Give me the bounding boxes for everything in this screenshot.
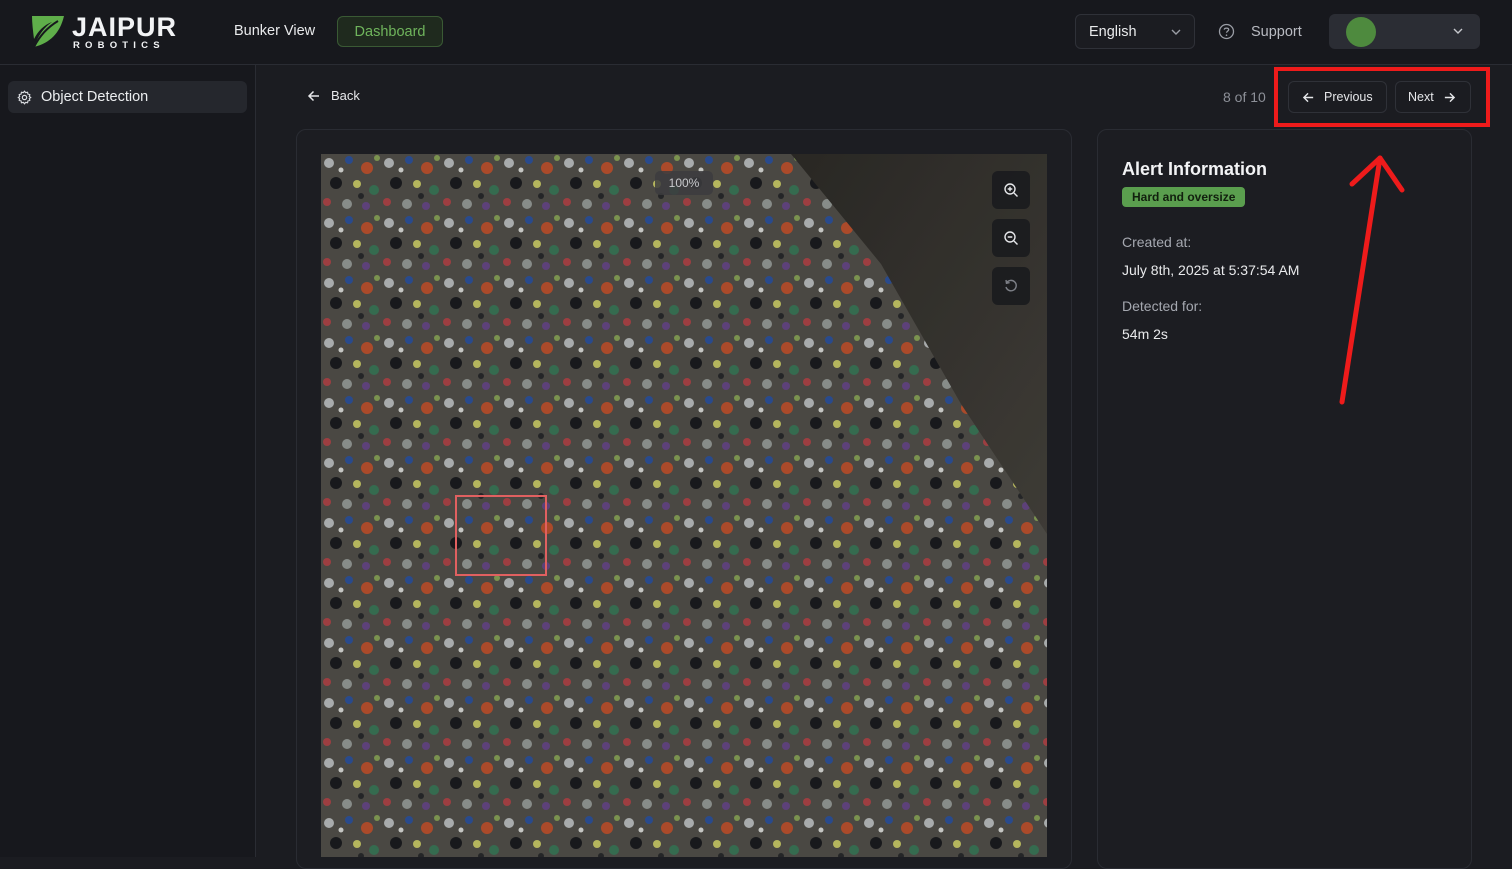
nav-bunker-view[interactable]: Bunker View bbox=[234, 23, 315, 39]
created-at-value: July 8th, 2025 at 5:37:54 AM bbox=[1122, 262, 1300, 278]
zoom-out-button[interactable] bbox=[992, 219, 1030, 257]
language-select[interactable]: English bbox=[1075, 14, 1195, 49]
annotation-highlight-box bbox=[1274, 67, 1490, 127]
sidebar-item-label: Object Detection bbox=[41, 89, 149, 105]
support-link[interactable]: Support bbox=[1218, 23, 1302, 40]
jaipur-robotics-logo[interactable]: JAIPUR ROBOTICS bbox=[30, 13, 190, 53]
nav-dashboard[interactable]: Dashboard bbox=[337, 16, 443, 47]
created-at-label: Created at: bbox=[1122, 234, 1192, 250]
sidebar: Object Detection bbox=[0, 65, 256, 857]
zoom-out-icon bbox=[1004, 231, 1018, 245]
sidebar-item-object-detection[interactable]: Object Detection bbox=[8, 81, 247, 113]
reset-icon bbox=[1005, 279, 1017, 292]
zoom-in-icon bbox=[1004, 183, 1018, 197]
status-badge: Hard and oversize bbox=[1122, 187, 1246, 207]
arrow-left-icon bbox=[307, 90, 319, 101]
zoom-level: 100% bbox=[655, 171, 713, 195]
gear-icon bbox=[17, 90, 32, 104]
zoom-in-button[interactable] bbox=[992, 171, 1030, 209]
bunker-image[interactable]: 100% bbox=[321, 154, 1047, 857]
alert-title: Alert Information bbox=[1122, 159, 1268, 179]
support-label: Support bbox=[1251, 23, 1302, 40]
detected-for-value: 54m 2s bbox=[1122, 326, 1168, 342]
brand-name: JAIPUR bbox=[72, 12, 178, 42]
detection-bounding-box[interactable] bbox=[455, 495, 547, 576]
annotation-arrow-icon bbox=[1339, 155, 1405, 405]
top-bar: JAIPUR ROBOTICS Bunker View Dashboard En… bbox=[0, 0, 1512, 65]
waste-pile-image bbox=[321, 154, 1047, 857]
leaf-logo-icon bbox=[32, 16, 64, 48]
help-circle-icon bbox=[1218, 23, 1235, 40]
reset-view-button[interactable] bbox=[992, 267, 1030, 305]
chevron-down-icon bbox=[1171, 29, 1181, 35]
back-button[interactable]: Back bbox=[307, 88, 360, 103]
pagination-counter: 8 of 10 bbox=[1223, 89, 1266, 105]
detected-for-label: Detected for: bbox=[1122, 298, 1203, 314]
user-menu[interactable] bbox=[1329, 14, 1480, 49]
language-value: English bbox=[1089, 23, 1137, 40]
nav-dashboard-label: Dashboard bbox=[354, 23, 426, 40]
brand-subtitle: ROBOTICS bbox=[73, 40, 165, 51]
back-label: Back bbox=[331, 88, 360, 103]
chevron-down-icon bbox=[1453, 28, 1463, 34]
avatar bbox=[1346, 17, 1376, 47]
